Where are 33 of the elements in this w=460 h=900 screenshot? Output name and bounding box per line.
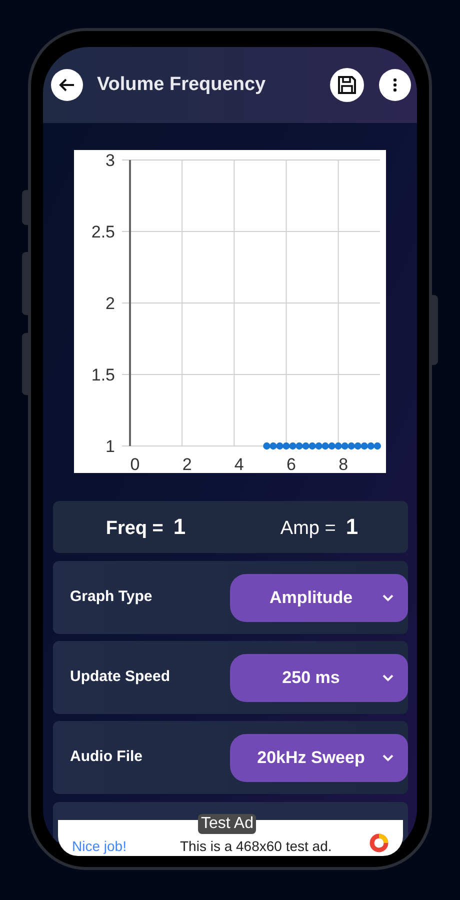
ad-text: This is a 468x60 test ad. xyxy=(180,838,332,854)
menu-button[interactable] xyxy=(379,69,411,101)
axis-tick-label: 1 xyxy=(106,437,115,456)
freq-label: Freq = xyxy=(106,517,164,542)
amp-label: Amp = xyxy=(280,517,336,542)
screen-title: Volume Frequency xyxy=(97,72,267,97)
setting-label: Audio File xyxy=(70,747,144,768)
back-arrow-icon xyxy=(59,78,75,92)
axis-tick-label: 4 xyxy=(234,455,244,473)
save-button[interactable] xyxy=(330,68,364,102)
axis-tick-label: 6 xyxy=(286,455,296,473)
chevron-down-icon xyxy=(382,594,394,602)
axis-tick-label: 3 xyxy=(106,151,115,170)
setting-label: Graph Type xyxy=(70,587,154,608)
amp-value: 1 xyxy=(346,513,358,542)
dropdown[interactable]: 20kHz Sweep xyxy=(230,734,408,782)
setting-label: Update Speed xyxy=(70,667,172,688)
ad-headline[interactable]: Nice job! xyxy=(72,838,180,854)
freq-value: 1 xyxy=(173,513,186,542)
chevron-down-icon xyxy=(382,754,394,762)
dropdown[interactable]: Amplitude xyxy=(230,574,408,622)
axis-tick-label: 0 xyxy=(130,455,140,473)
back-button[interactable] xyxy=(51,69,83,101)
chevron-down-icon xyxy=(382,674,394,682)
axis-tick-label: 8 xyxy=(338,455,348,473)
dropdown[interactable]: 250 ms xyxy=(230,654,408,702)
axis-tick-label: 2.5 xyxy=(91,222,115,242)
ring-logo-icon xyxy=(369,833,389,853)
more-vertical-icon xyxy=(393,78,397,92)
axis-tick-label: 2 xyxy=(106,294,115,313)
axis-tick-label: 1.5 xyxy=(91,366,115,384)
axis-tick-label: 2 xyxy=(182,455,192,473)
test-ad-label: Test Ad xyxy=(198,814,256,834)
